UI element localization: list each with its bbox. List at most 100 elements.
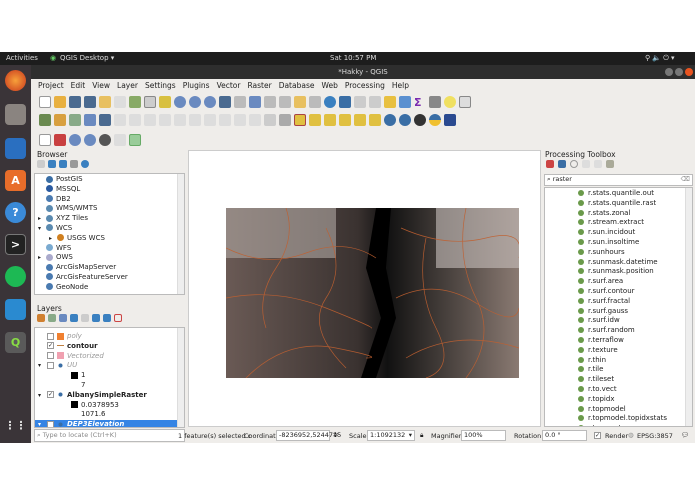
refresh-icon[interactable] [324,96,336,108]
collapse-all-icon[interactable] [103,314,111,322]
app-menu[interactable]: QGIS Desktop ▾ [60,54,114,62]
help-icon[interactable]: ? [5,202,26,223]
label-tool-1-icon[interactable] [294,114,306,126]
algorithm-item[interactable]: r.topidx [545,395,692,405]
expression-filter-icon[interactable] [81,314,89,322]
new-project-icon[interactable] [39,96,51,108]
pan-icon[interactable] [144,96,156,108]
legend-item[interactable]: 1071.6 [35,410,184,420]
legend-item[interactable]: 1 [35,371,184,381]
software-icon[interactable]: A [5,170,26,191]
new-layer-icon[interactable] [54,114,66,126]
text-annotation-icon[interactable] [459,96,471,108]
attribute-table-icon[interactable] [384,96,396,108]
crs-button[interactable]: EPSG:3857 [637,432,673,440]
firefox-icon[interactable] [5,70,26,91]
menu-plugins[interactable]: Plugins [183,79,210,92]
info-icon[interactable] [81,160,89,168]
browser-item[interactable]: WMS/WMTS [35,204,184,214]
algorithm-item[interactable]: r.sunmask.datetime [545,258,692,268]
legend-item[interactable]: 7 [35,381,184,391]
browser-item[interactable]: ArcGisFeatureServer [35,273,184,283]
label-pin-icon[interactable] [279,114,291,126]
algorithm-item[interactable]: r.surf.fractal [545,297,692,307]
add-vector-icon[interactable] [69,114,81,126]
label-icon[interactable] [264,114,276,126]
activities-button[interactable]: Activities [6,54,38,62]
processing-scrollbar[interactable] [685,188,692,426]
zoom-in-icon[interactable] [174,96,186,108]
zoom-layer-icon[interactable] [249,96,261,108]
layer-visibility-checkbox[interactable] [47,420,54,427]
algorithm-item[interactable]: r.sun.insoltime [545,238,692,248]
menu-settings[interactable]: Settings [145,79,176,92]
layer-visibility-checkbox[interactable] [47,361,54,369]
layer-visibility-checkbox[interactable]: ✓ [47,391,54,399]
print-layout-icon[interactable] [99,96,111,108]
edit-features-icon[interactable] [594,160,602,168]
browser-item[interactable]: GeoNode [35,283,184,293]
menu-layer[interactable]: Layer [117,79,138,92]
expand-arrow-icon[interactable]: ▾ [38,224,46,234]
map-tips-icon[interactable] [444,96,456,108]
zoom-out-icon[interactable] [189,96,201,108]
models-icon[interactable] [546,160,554,168]
close-button[interactable] [685,68,693,76]
show-apps-icon[interactable]: ⋮⋮ [5,415,27,436]
layer-item[interactable]: ▾ ✓ AlbanySimpleRaster [35,391,184,401]
algorithm-item[interactable]: r.surf.gauss [545,307,692,317]
save-as-icon[interactable] [84,96,96,108]
scale-field[interactable]: 1:1092132 ▾ [367,430,415,441]
collapse-icon[interactable] [70,160,78,168]
browser-item[interactable]: PostGIS [35,175,184,185]
magnify-icon[interactable] [69,134,81,146]
menu-view[interactable]: View [92,79,110,92]
history-icon[interactable] [570,160,578,168]
files-icon[interactable] [5,104,26,125]
menu-help[interactable]: Help [392,79,409,92]
browser-item[interactable]: DB2 [35,195,184,205]
search-icon[interactable] [399,114,411,126]
magnifier-field[interactable]: 100% [461,430,506,441]
algorithm-item[interactable]: r.stats.quantile.out [545,189,692,199]
layer-item[interactable]: ✓ contour [35,342,184,352]
menu-database[interactable]: Database [279,79,315,92]
add-group-icon[interactable] [48,314,56,322]
writer-icon[interactable] [5,138,26,159]
statistics-sigma-icon[interactable]: Σ [414,96,426,109]
save-edits-icon[interactable] [99,114,111,126]
terminal-icon[interactable]: > [5,234,26,255]
new-map-view-icon[interactable] [294,96,306,108]
layer-item[interactable]: Vectorized [35,352,184,362]
add-selected-icon[interactable] [37,160,45,168]
processing-search-input[interactable]: ⌕ raster ⌫ [544,174,693,186]
refresh-icon[interactable] [48,160,56,168]
algorithm-item[interactable]: r.surf.area [545,277,692,287]
algorithm-item[interactable]: r.transect [545,424,692,426]
browser-item[interactable]: WFS [35,244,184,254]
algorithm-item[interactable]: r.topmodel.topidxstats [545,414,692,424]
expand-arrow-icon[interactable]: ▸ [38,214,46,224]
open-project-icon[interactable] [54,96,66,108]
label-tool-6-icon[interactable] [369,114,381,126]
label-tool-3-icon[interactable] [324,114,336,126]
lock-scale-icon[interactable]: 🔒︎ [420,431,423,440]
coordinate-toggle-icon[interactable]: ✲ [333,431,338,439]
browser-item[interactable]: ArcGisMapServer [35,263,184,273]
browser-item[interactable]: ▸ OWS [35,253,184,263]
data-source-manager-icon[interactable] [39,114,51,126]
algorithm-item[interactable]: r.stream.extract [545,218,692,228]
rotation-field[interactable]: 0.0 ° [542,430,587,441]
metasearch-icon[interactable] [384,114,396,126]
algorithm-item[interactable]: r.tile [545,365,692,375]
clock[interactable]: Sat 10:57 PM [330,54,376,62]
browser-item[interactable]: ▸ XYZ Tiles [35,214,184,224]
label-tool-4-icon[interactable] [339,114,351,126]
expand-arrow-icon[interactable]: ▾ [38,391,47,401]
zoom-selection-icon[interactable] [234,96,246,108]
layer-item[interactable]: poly [35,332,184,342]
messages-icon[interactable]: 💬︎ [681,431,689,439]
menu-edit[interactable]: Edit [71,79,86,92]
bookmark-icon[interactable] [309,96,321,108]
expand-arrow-icon[interactable]: ▸ [38,253,46,263]
